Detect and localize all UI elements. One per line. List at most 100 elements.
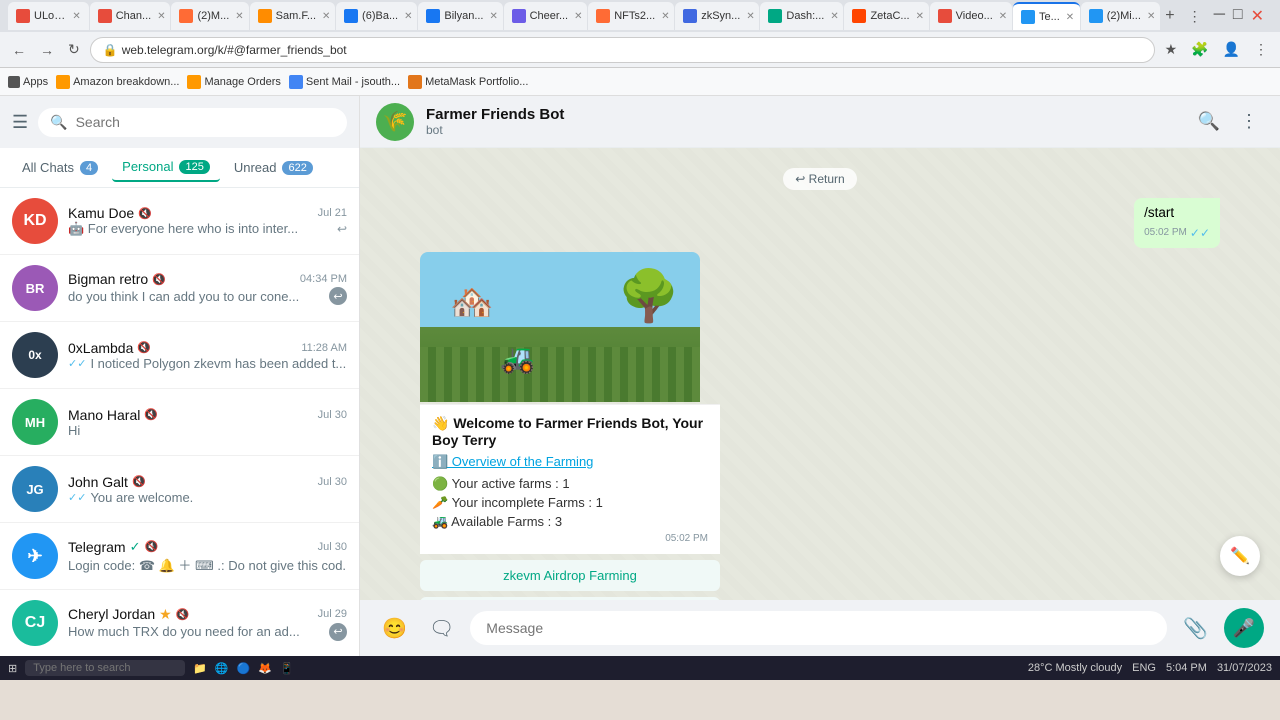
personal-badge: 125 [179,160,209,174]
edge-icon[interactable]: 🌐 [215,662,229,675]
bookmark-amazon[interactable]: Amazon breakdown... [56,75,179,89]
bookmarks-bar: Apps Amazon breakdown... Manage Orders S… [0,68,1280,96]
forward-button[interactable]: → [36,38,58,62]
weather: 28°C Mostly cloudy [1028,662,1122,674]
double-tick-icon: ✓✓ [1190,225,1210,242]
tree-icon: 🌳 [618,267,680,326]
msg-timestamp: 05:02 PM [432,533,708,544]
new-tab-button[interactable]: + [1161,3,1178,29]
tab-video[interactable]: Video... ✕ [930,2,1012,30]
tab-chan[interactable]: Chan... ✕ [90,2,171,30]
extensions-button[interactable]: 🧩 [1187,37,1212,62]
tab-ulog[interactable]: ULog... ✕ [8,2,89,30]
tab-6ba[interactable]: (6)Ba... ✕ [336,2,417,30]
tab-zeta[interactable]: ZetaC... ✕ [844,2,928,30]
address-bar[interactable]: 🔒 web.telegram.org/k/#@farmer_friends_bo… [90,37,1155,63]
browser-titlebar: ULog... ✕ Chan... ✕ (2)M... ✕ Sam.F... ✕… [0,0,1280,32]
app-icon[interactable]: 📱 [280,662,294,675]
mute-icon: 🔇 [144,408,158,421]
bookmark-apps[interactable]: Apps [8,76,48,88]
tab-list-button[interactable]: ⋮ [1180,4,1210,29]
more-button[interactable]: ⋮ [1250,37,1272,62]
unread-badge: 622 [282,161,312,175]
stat-available-farms: 🚜 Available Farms : 3 [432,514,708,530]
chat-list: KD Kamu Doe 🔇 Jul 21 🤖 For everyone here… [0,188,359,656]
forward-icon: ↩ [337,222,347,236]
chat-item-mano-haral[interactable]: MH Mano Haral 🔇 Jul 30 Hi [0,389,359,456]
send-button[interactable]: 🎤 [1224,608,1264,648]
tab-cheer[interactable]: Cheer... ✕ [504,2,588,30]
bookmark-metamask[interactable]: MetaMask Portfolio... [408,75,528,89]
msg-timestamp: 05:02 PM ✓✓ [1144,225,1210,242]
chat-item-cheryl-jordan[interactable]: CJ Cheryl Jordan ★ 🔇 Jul 29 How much TRX… [0,590,359,656]
firefox-icon[interactable]: 🦊 [258,662,272,675]
chat-area: 🌾 Farmer Friends Bot bot 🔍 ⋮ ↩ Return /s… [360,96,1280,656]
tab-nfts[interactable]: NFTs2... ✕ [588,2,674,30]
tab-dash1[interactable]: Dash:... ✕ [760,2,843,30]
tab-m2b[interactable]: (2)Mi... ✕ [1081,2,1161,30]
filter-tab-unread[interactable]: Unread 622 [224,154,323,181]
messages-area[interactable]: ↩ Return /start 05:02 PM ✓✓ 🌳 [360,148,1280,600]
language: ENG [1132,662,1156,674]
avatar: CJ [12,600,58,646]
chat-item-kamu-doe[interactable]: KD Kamu Doe 🔇 Jul 21 🤖 For everyone here… [0,188,359,255]
search-chat-button[interactable]: 🔍 [1192,105,1226,138]
filter-tab-personal[interactable]: Personal 125 [112,153,220,182]
maximize-button[interactable]: □ [1233,6,1243,26]
tab-sam[interactable]: Sam.F... ✕ [250,2,335,30]
chat-item-telegram[interactable]: ✈ Telegram ✓ 🔇 Jul 30 Login code: ☎ 🔔 ＋ … [0,523,359,590]
taskbar-search[interactable] [25,660,185,676]
sidebar-menu-icon[interactable]: ☰ [12,112,28,133]
chat-name: Kamu Doe 🔇 [68,205,152,221]
sticker-button[interactable]: 🗨 [423,610,460,647]
filter-tab-all-chats[interactable]: All Chats 4 [12,154,108,181]
close-button[interactable]: ✕ [1251,6,1264,26]
mute-icon: 🔇 [176,608,190,621]
chat-filter-tabs: All Chats 4 Personal 125 Unread 622 [0,148,359,188]
attach-button[interactable]: 📎 [1177,610,1214,647]
new-message-icon: ✏️ [1230,546,1250,566]
tab-telegram-active[interactable]: Te... ✕ [1013,2,1080,30]
search-input[interactable] [76,114,335,130]
chat-header-info: Farmer Friends Bot bot [426,106,1180,137]
chat-item-john-galt[interactable]: JG John Galt 🔇 Jul 30 ✓✓ You are welcome… [0,456,359,523]
chat-name: 0xLambda 🔇 [68,340,151,356]
verified-icon: ✓ [130,539,141,555]
chat-time: Jul 30 [318,409,347,421]
file-explorer-icon[interactable]: 📁 [193,662,207,675]
back-button[interactable]: ← [8,38,30,62]
chat-preview: ✓✓ You are welcome. [68,490,347,505]
emoji-button[interactable]: 😊 [376,610,413,647]
chat-preview: ✓✓ I noticed Polygon zkevm has been adde… [68,356,347,371]
tab-zksyn1[interactable]: zkSyn... ✕ [675,2,759,30]
chat-preview: How much TRX do you need for an ad... ↩ [68,623,347,641]
double-tick-icon: ✓✓ [68,357,86,370]
more-options-button[interactable]: ⋮ [1234,105,1264,138]
bookmarks-button[interactable]: ★ [1161,37,1182,62]
mute-icon: 🔇 [132,475,146,488]
search-box[interactable]: 🔍 [38,108,347,137]
avatar: KD [12,198,58,244]
reload-button[interactable]: ↻ [64,37,84,62]
new-message-button[interactable]: ✏️ [1220,536,1260,576]
chat-item-bigman-retro[interactable]: BR Bigman retro 🔇 04:34 PM do you think … [0,255,359,322]
chat-time: 04:34 PM [300,273,347,285]
avatar: BR [12,265,58,311]
status-bar: ⊞ 📁 🌐 🔵 🦊 📱 28°C Mostly cloudy ENG 5:04 … [0,656,1280,680]
avatar: ✈ [12,533,58,579]
chat-item-0xlambda[interactable]: 0x 0xLambda 🔇 11:28 AM ✓✓ I noticed Poly… [0,322,359,389]
bookmark-manage-orders[interactable]: Manage Orders [187,75,280,89]
minimize-button[interactable]: ─ [1214,6,1225,26]
avatar: 0x [12,332,58,378]
profile-button[interactable]: 👤 [1219,37,1244,62]
status-bar-right: 28°C Mostly cloudy ENG 5:04 PM 31/07/202… [1028,662,1272,674]
tab-bilyan[interactable]: Bilyan... ✕ [418,2,502,30]
message-input[interactable] [470,611,1167,645]
zkevm-airdrop-button[interactable]: zkevm Airdrop Farming [420,560,720,591]
overview-link[interactable]: ℹ️ Overview of the Farming [432,454,708,470]
chrome-icon[interactable]: 🔵 [237,662,251,675]
tab-m2[interactable]: (2)M... ✕ [171,2,248,30]
bot-greeting: 👋 Welcome to Farmer Friends Bot, Your Bo… [432,415,708,448]
bookmark-sent-mail[interactable]: Sent Mail - jsouth... [289,75,400,89]
all-chats-badge: 4 [80,161,98,175]
